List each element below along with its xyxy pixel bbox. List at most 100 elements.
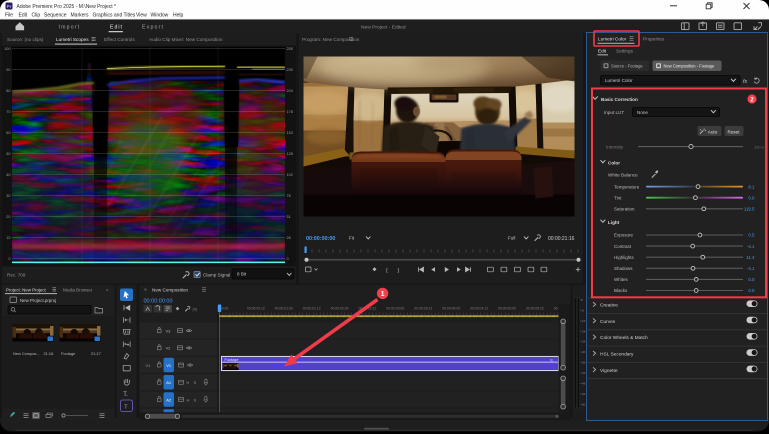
svg-text:Export: Export [142,25,164,31]
svg-text:Footage: Footage [61,351,75,356]
svg-text:Lumetri Color: Lumetri Color [605,78,633,83]
svg-text:Clamp Signal: Clamp Signal [203,273,230,278]
svg-text:Footage: Footage [225,358,239,362]
svg-text:11.4: 11.4 [746,255,755,260]
svg-text:00:00:05:00: 00:00:05:00 [498,307,516,311]
svg-text:Contrast: Contrast [614,244,632,249]
svg-text:00:00:00:12: 00:00:00:12 [247,307,265,311]
svg-text:Light: Light [608,220,620,225]
svg-text:V2: V2 [166,346,172,351]
svg-text:-30: -30 [581,350,586,354]
svg-text:Creative: Creative [600,303,618,309]
svg-text:New Compos...: New Compos... [13,351,40,356]
svg-text:{: { [386,268,388,274]
svg-text:50: 50 [6,152,10,156]
svg-text:Exposure: Exposure [614,233,634,238]
svg-text:0.0: 0.0 [748,277,755,282]
svg-text:10: 10 [6,236,10,240]
svg-text:00:00:05:12: 00:00:05:12 [526,307,544,311]
svg-text:Edit: Edit [19,12,28,18]
svg-text:A1: A1 [166,380,172,385]
svg-text:Edit: Edit [110,25,123,31]
svg-text:Full: Full [508,236,515,241]
svg-text:None: None [637,110,648,115]
svg-text:21:16: 21:16 [44,351,54,356]
svg-text:-60: -60 [581,402,586,406]
svg-text:80: 80 [6,89,10,93]
svg-text:00:00:03:12: 00:00:03:12 [414,307,432,311]
svg-text:119.5: 119.5 [744,207,755,212]
svg-text:230: 230 [287,68,293,72]
svg-text:-36: -36 [581,361,586,365]
svg-text:51: 51 [287,215,291,219]
svg-text:26: 26 [287,236,291,240]
svg-text:0.0: 0.0 [748,195,755,200]
svg-text:0: 0 [287,257,289,261]
svg-text:Color: Color [608,161,620,166]
svg-text:New Project - Edited: New Project - Edited [361,24,406,30]
svg-text:8.1: 8.1 [748,184,755,189]
svg-text:00:00:04:00: 00:00:04:00 [442,307,460,311]
svg-text:Window: Window [151,12,169,18]
svg-text:Vignette: Vignette [600,368,618,374]
svg-text:Whites: Whites [614,277,629,282]
svg-text:00:00:02:00: 00:00:02:00 [331,307,349,311]
svg-text:90: 90 [6,68,10,72]
svg-text:-12: -12 [581,319,586,323]
svg-text:White Balance: White Balance [608,173,638,178]
svg-text:Shadows: Shadows [614,266,633,271]
svg-text:T.: T. [123,392,128,398]
svg-text:30: 30 [6,194,10,198]
svg-text:Highlights: Highlights [614,255,635,260]
svg-text:0.5: 0.5 [748,233,755,238]
svg-text:153: 153 [287,131,293,135]
svg-text:204: 204 [287,89,293,93]
svg-text:Source - Footage: Source - Footage [611,64,643,69]
svg-text:Basic Correction: Basic Correction [601,97,638,102]
svg-text:Tint: Tint [614,195,622,200]
svg-text:20: 20 [6,215,10,219]
svg-text:Effect Controls: Effect Controls [104,37,135,42]
svg-text:Source: (no clips): Source: (no clips) [7,37,44,42]
svg-text:A2: A2 [166,397,172,402]
svg-text:0.0: 0.0 [748,288,755,293]
svg-text:00:00:21:16: 00:00:21:16 [548,236,575,242]
svg-text:-24: -24 [581,340,586,344]
svg-text:-6: -6 [581,308,584,312]
svg-text:Sequence: Sequence [44,12,67,18]
svg-text:Edit: Edit [598,49,607,54]
svg-text:-42: -42 [581,371,586,375]
svg-text:Color Wheels & Match: Color Wheels & Match [600,335,648,341]
svg-text:8 Bit: 8 Bit [237,272,247,277]
svg-text:HSL Secondary: HSL Secondary [600,352,634,358]
svg-text:File: File [5,12,13,18]
svg-text:Curves: Curves [600,319,616,325]
svg-text:View: View [136,12,147,18]
svg-text:Pr: Pr [7,4,12,9]
svg-text:102: 102 [287,173,293,177]
svg-text:00:00:04:12: 00:00:04:12 [470,307,488,311]
svg-text:Fit: Fit [349,236,355,241]
svg-text:Help: Help [173,12,184,18]
svg-text:H: H [187,381,190,385]
svg-text:-4.1: -4.1 [747,266,755,271]
svg-text:Program: New Composition: Program: New Composition [302,37,360,42]
svg-text:Adobe Premiere Pro 2025 - M:\N: Adobe Premiere Pro 2025 - M:\New Project… [17,4,117,10]
svg-text:(0): (0) [193,308,197,312]
svg-text:Project: New Project: Project: New Project [6,287,47,292]
svg-text:Rec. 709: Rec. 709 [7,273,26,278]
svg-text:-54: -54 [581,392,586,396]
svg-text:21:17: 21:17 [91,351,101,356]
svg-text:V3: V3 [166,328,172,333]
svg-text:×: × [144,288,147,294]
svg-text:00:00:03:00: 00:00:03:00 [386,307,404,311]
svg-text:-18: -18 [581,329,586,333]
svg-text:Clip: Clip [32,12,41,18]
svg-text:Auto: Auto [708,129,718,134]
svg-text:178: 178 [287,110,293,114]
svg-text:Graphics and Titles: Graphics and Titles [93,12,136,18]
svg-text:New Project.prproj: New Project.prproj [20,298,56,303]
svg-text:100: 100 [4,47,10,51]
svg-text:1: 1 [381,291,385,298]
svg-text:Temperature: Temperature [614,184,640,189]
